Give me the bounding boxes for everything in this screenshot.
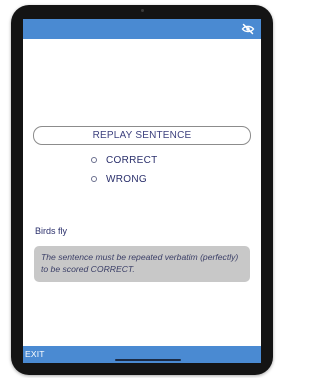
top-bar bbox=[23, 19, 261, 39]
radio-button[interactable] bbox=[91, 176, 97, 182]
app-screen: REPLAY SENTENCE CORRECT WRONG Birds fly … bbox=[23, 19, 261, 363]
eye-slash-icon[interactable] bbox=[241, 22, 255, 36]
option-correct[interactable]: CORRECT bbox=[91, 153, 158, 167]
option-label: CORRECT bbox=[106, 154, 158, 166]
bottom-bar: EXIT bbox=[23, 346, 261, 363]
tablet-frame: REPLAY SENTENCE CORRECT WRONG Birds fly … bbox=[11, 5, 273, 375]
option-label: WRONG bbox=[106, 173, 147, 185]
instruction-note: The sentence must be repeated verbatim (… bbox=[34, 246, 250, 282]
camera-dot bbox=[141, 9, 144, 12]
exit-button[interactable]: EXIT bbox=[25, 349, 45, 359]
radio-button[interactable] bbox=[91, 157, 97, 163]
home-indicator[interactable] bbox=[115, 359, 181, 361]
option-wrong[interactable]: WRONG bbox=[91, 172, 147, 186]
replay-sentence-button[interactable]: REPLAY SENTENCE bbox=[33, 126, 251, 145]
target-sentence: Birds fly bbox=[35, 226, 68, 236]
